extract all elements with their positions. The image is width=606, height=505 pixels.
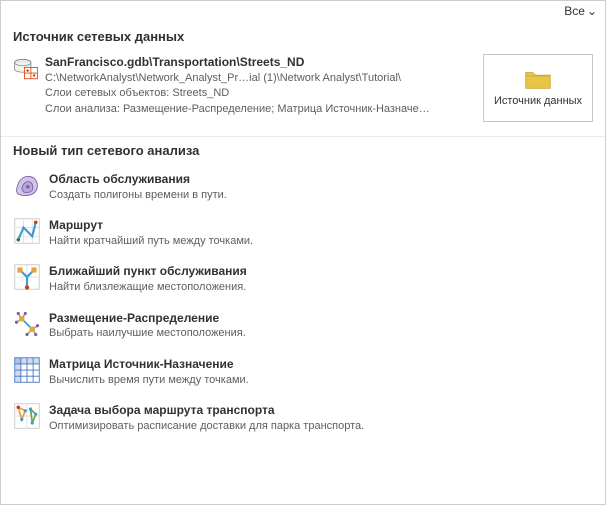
- data-source-layers: Слои сетевых объектов: Streets_ND: [45, 86, 475, 101]
- analysis-title: Матрица Источник-Назначение: [49, 356, 593, 373]
- data-source-header: Источник сетевых данных: [1, 23, 605, 50]
- od-matrix-icon: [13, 356, 41, 384]
- data-source-analysis: Слои анализа: Размещение-Распределение; …: [45, 102, 475, 117]
- network-dataset-icon: [13, 56, 39, 82]
- data-source-title: SanFrancisco.gdb\Transportation\Streets_…: [45, 54, 475, 71]
- data-source-button[interactable]: Источник данных: [483, 54, 593, 122]
- analysis-desc: Создать полигоны времени в пути.: [49, 188, 593, 203]
- vrp-icon: [13, 402, 41, 430]
- folder-icon: [524, 69, 552, 89]
- analysis-item-od-matrix[interactable]: Матрица Источник-Назначение Вычислить вр…: [13, 349, 593, 395]
- analysis-item-location-allocation[interactable]: Размещение-Распределение Выбрать наилучш…: [13, 303, 593, 349]
- analysis-title: Маршрут: [49, 217, 593, 234]
- chevron-down-icon: ⌄: [587, 4, 597, 18]
- filter-label: Все: [564, 4, 585, 18]
- analysis-item-service-area[interactable]: Область обслуживания Создать полигоны вр…: [13, 164, 593, 210]
- analysis-title: Ближайший пункт обслуживания: [49, 263, 593, 280]
- analysis-desc: Оптимизировать расписание доставки для п…: [49, 419, 593, 434]
- route-icon: [13, 217, 41, 245]
- analysis-item-vrp[interactable]: Задача выбора маршрута транспорта Оптими…: [13, 395, 593, 441]
- analysis-title: Область обслуживания: [49, 171, 593, 188]
- analysis-item-closest-facility[interactable]: Ближайший пункт обслуживания Найти близл…: [13, 256, 593, 302]
- filter-dropdown[interactable]: Все ⌄: [1, 1, 605, 23]
- analysis-item-route[interactable]: Маршрут Найти кратчайший путь между точк…: [13, 210, 593, 256]
- data-source-row: SanFrancisco.gdb\Transportation\Streets_…: [1, 50, 605, 132]
- analysis-list: Область обслуживания Создать полигоны вр…: [1, 164, 605, 449]
- data-source-button-label: Источник данных: [494, 95, 582, 107]
- analysis-header: Новый тип сетевого анализа: [1, 137, 605, 164]
- analysis-title: Размещение-Распределение: [49, 310, 593, 327]
- service-area-icon: [13, 171, 41, 199]
- data-source-path: C:\NetworkAnalyst\Network_Analyst_Pr…ial…: [45, 71, 475, 86]
- data-source-text: SanFrancisco.gdb\Transportation\Streets_…: [45, 54, 483, 117]
- analysis-desc: Вычислить время пути между точками.: [49, 373, 593, 388]
- analysis-desc: Выбрать наилучшие местоположения.: [49, 326, 593, 341]
- analysis-title: Задача выбора маршрута транспорта: [49, 402, 593, 419]
- location-allocation-icon: [13, 310, 41, 338]
- analysis-desc: Найти кратчайший путь между точками.: [49, 234, 593, 249]
- closest-facility-icon: [13, 263, 41, 291]
- analysis-desc: Найти близлежащие местоположения.: [49, 280, 593, 295]
